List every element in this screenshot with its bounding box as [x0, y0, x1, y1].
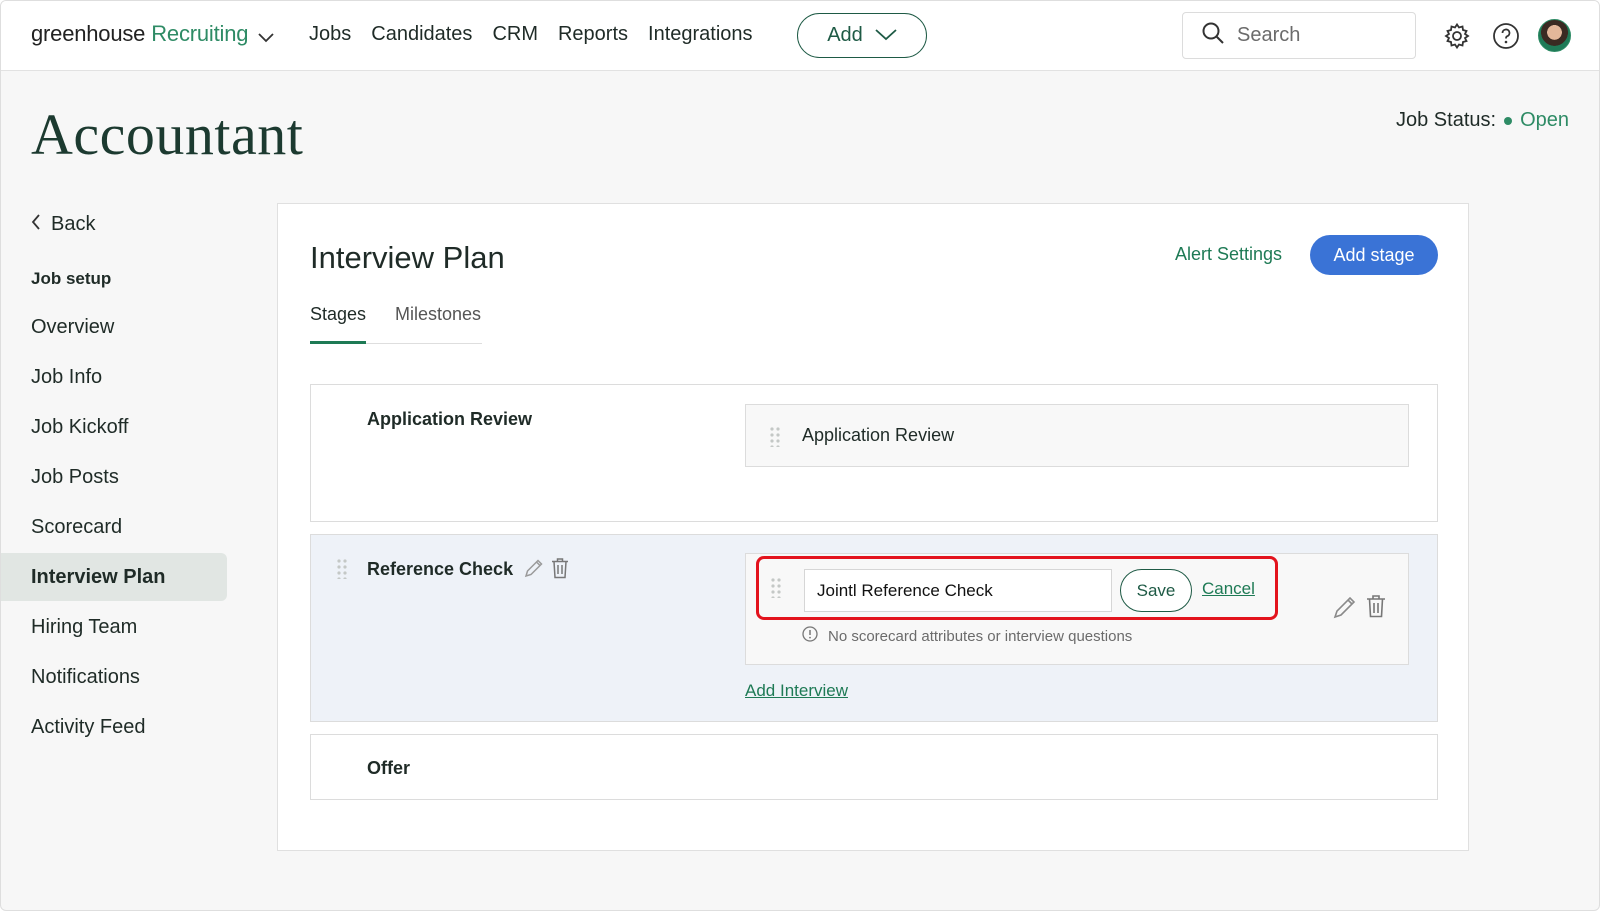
- info-icon: [802, 626, 818, 646]
- sidebar-item-activity-feed[interactable]: Activity Feed: [1, 703, 227, 751]
- stage-name: Application Review: [367, 409, 533, 429]
- chevron-left-icon: [31, 213, 41, 236]
- brand-product: Recruiting: [151, 21, 249, 46]
- tab-milestones[interactable]: Milestones: [395, 304, 481, 325]
- stage-offer: Offer: [310, 734, 1438, 800]
- trash-icon[interactable]: [551, 557, 569, 584]
- brand-name: greenhouse: [31, 21, 146, 46]
- edit-highlight: Save Cancel: [756, 556, 1278, 620]
- search-icon: [1201, 21, 1225, 50]
- nav-crm[interactable]: CRM: [492, 23, 538, 46]
- sidebar-item-job-kickoff[interactable]: Job Kickoff: [1, 403, 227, 451]
- drag-handle-icon[interactable]: [770, 427, 780, 449]
- nav-integrations[interactable]: Integrations: [648, 23, 753, 46]
- interview-name: Application Review: [802, 425, 955, 445]
- add-interview-link[interactable]: Add Interview: [745, 681, 848, 701]
- stage-name: Reference Check: [367, 559, 514, 579]
- active-tab-indicator: [310, 341, 366, 344]
- stage-name: Offer: [367, 758, 411, 778]
- pencil-icon[interactable]: [523, 557, 545, 584]
- drag-handle-icon[interactable]: [771, 578, 781, 600]
- interview-plan-panel: Interview Plan Alert Settings Add stage …: [277, 203, 1469, 851]
- tab-stages[interactable]: Stages: [310, 304, 366, 325]
- job-status: Job Status: Open: [1396, 109, 1569, 132]
- brand-logo[interactable]: greenhouse Recruiting: [31, 19, 274, 49]
- sidebar-section-title: Job setup: [31, 269, 112, 288]
- panel-title: Interview Plan: [310, 240, 505, 275]
- tab-bar: Stages Milestones: [310, 304, 482, 344]
- chevron-down-icon: [875, 24, 897, 47]
- status-dot-icon: [1504, 116, 1513, 125]
- back-label: Back: [51, 213, 96, 235]
- page-title: Accountant: [31, 102, 304, 167]
- back-link[interactable]: Back: [31, 213, 95, 236]
- alert-settings-link[interactable]: Alert Settings: [1175, 244, 1282, 265]
- nav-jobs[interactable]: Jobs: [309, 23, 351, 46]
- sidebar-item-job-info[interactable]: Job Info: [1, 353, 227, 401]
- job-status-label: Job Status:: [1396, 109, 1497, 131]
- add-stage-button[interactable]: Add stage: [1310, 235, 1438, 275]
- scorecard-hint: No scorecard attributes or interview que…: [802, 626, 1132, 646]
- app-window: greenhouse Recruiting Jobs Candidates CR…: [0, 0, 1600, 911]
- interview-row-editing: Save Cancel No scorecard attributes or i…: [745, 553, 1409, 665]
- top-navigation: greenhouse Recruiting Jobs Candidates CR…: [1, 1, 1599, 71]
- stage-application-review: Application Review Application Review: [310, 384, 1438, 522]
- stage-reference-check: Reference Check Save Cancel: [310, 534, 1438, 722]
- save-button[interactable]: Save: [1120, 569, 1192, 612]
- help-icon[interactable]: [1491, 21, 1521, 51]
- add-button-label: Add: [827, 24, 863, 46]
- main-nav: Jobs Candidates CRM Reports Integrations: [309, 23, 753, 46]
- search-box[interactable]: [1182, 12, 1416, 59]
- hint-text: No scorecard attributes or interview que…: [828, 627, 1133, 645]
- nav-candidates[interactable]: Candidates: [371, 23, 472, 46]
- job-status-value: Open: [1520, 109, 1569, 131]
- cancel-link[interactable]: Cancel: [1202, 579, 1255, 599]
- sidebar-item-notifications[interactable]: Notifications: [1, 653, 227, 701]
- search-input[interactable]: [1237, 24, 1397, 47]
- add-button[interactable]: Add: [797, 13, 927, 58]
- sidebar-item-job-posts[interactable]: Job Posts: [1, 453, 227, 501]
- pencil-icon[interactable]: [1332, 594, 1358, 625]
- chevron-down-icon: [258, 23, 274, 49]
- drag-handle-icon[interactable]: [337, 559, 347, 581]
- interview-name-input[interactable]: [804, 569, 1112, 612]
- interview-row: Application Review: [745, 404, 1409, 467]
- sidebar-item-overview[interactable]: Overview: [1, 303, 227, 351]
- avatar[interactable]: [1538, 19, 1571, 52]
- sidebar-item-scorecard[interactable]: Scorecard: [1, 503, 227, 551]
- trash-icon[interactable]: [1366, 594, 1386, 623]
- sidebar-item-hiring-team[interactable]: Hiring Team: [1, 603, 227, 651]
- sidebar-item-interview-plan[interactable]: Interview Plan: [1, 553, 227, 601]
- gear-icon[interactable]: [1442, 21, 1472, 51]
- nav-reports[interactable]: Reports: [558, 23, 628, 46]
